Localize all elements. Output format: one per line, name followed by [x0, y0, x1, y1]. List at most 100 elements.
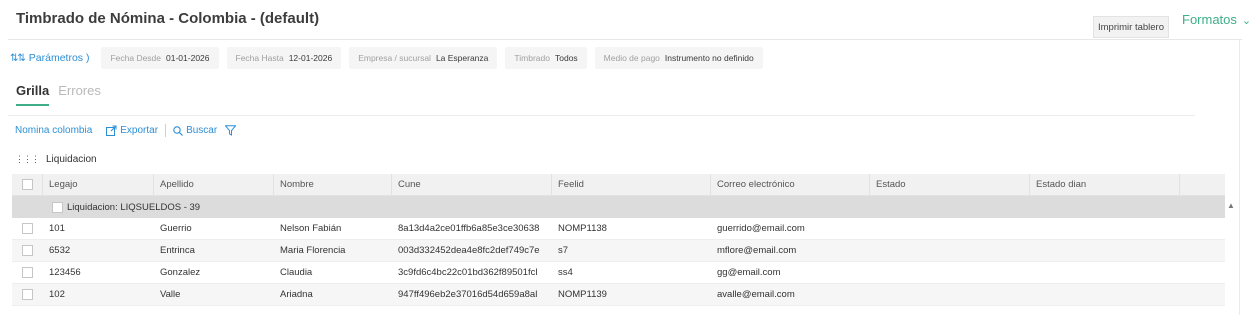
cell-estado-dian: [1030, 218, 1180, 239]
grouping-label: Liquidacion: [46, 154, 97, 165]
cell-correo: gg@email.com: [717, 267, 781, 278]
tab-bar: Grilla Errores: [16, 83, 101, 106]
filter-label: Fecha Hasta: [235, 53, 284, 63]
export-label: Exportar: [120, 125, 159, 136]
column-header-cune[interactable]: Cune: [392, 174, 552, 195]
scrollbar-track[interactable]: [1239, 40, 1240, 315]
row-select-cell: [12, 284, 43, 305]
select-all-checkbox[interactable]: [21, 179, 33, 190]
grid-toolbar: Nomina colombia Exportar Buscar: [15, 124, 237, 137]
grouping-icon: ⋮⋮⋮: [15, 154, 40, 164]
search-button[interactable]: Buscar: [173, 125, 217, 136]
cell-apellido: Valle: [160, 289, 181, 300]
tab-divider: [8, 115, 1195, 116]
parameters-link[interactable]: ⇅⇅ Parámetros ): [10, 52, 89, 64]
nomina-colombia-button[interactable]: Nomina colombia: [15, 125, 92, 136]
parameters-label: Parámetros ): [28, 52, 90, 64]
row-select-cell: [12, 262, 43, 283]
filter-value: La Esperanza: [435, 53, 489, 63]
sliders-icon: ⇅⇅: [10, 52, 26, 64]
cell-correo: guerrido@email.com: [717, 223, 805, 234]
row-checkbox[interactable]: [22, 267, 33, 278]
cell-cune: 947ff496eb2e37016d54d659a8al: [398, 289, 538, 300]
scroll-up-arrow-icon[interactable]: ▲: [1227, 201, 1235, 210]
export-button[interactable]: Exportar: [106, 125, 158, 136]
table-row[interactable]: 102 Valle Ariadna 947ff496eb2e37016d54d6…: [12, 284, 1225, 306]
row-checkbox[interactable]: [22, 245, 33, 256]
cell-legajo: 101: [49, 223, 65, 234]
filter-button[interactable]: [225, 125, 237, 136]
cell-cune: 8a13d4a2ce01ffb6a85e3ce30638: [398, 223, 540, 234]
group-checkbox[interactable]: [52, 201, 63, 213]
cell-apellido: Entrinca: [160, 245, 195, 256]
filter-pill[interactable]: Empresa / sucursal La Esperanza: [349, 47, 498, 69]
cell-estado-dian: [1030, 240, 1180, 261]
cell-legajo: 6532: [49, 245, 71, 256]
filter-label: Empresa / sucursal: [358, 53, 431, 63]
cell-estado: [870, 218, 1030, 239]
grouping-header: ⋮⋮⋮ Liquidacion: [15, 154, 97, 165]
cell-estado: [870, 284, 1030, 305]
cell-correo: avalle@email.com: [717, 289, 795, 300]
column-header-apellido[interactable]: Apellido: [154, 174, 274, 195]
cell-feelid: s7: [558, 245, 569, 256]
cell-nombre: Nelson Fabián: [280, 223, 342, 234]
filter-value: 12-01-2026: [288, 53, 333, 63]
cell-correo: mflore@email.com: [717, 245, 797, 256]
cell-nombre: Claudia: [280, 267, 313, 278]
row-checkbox[interactable]: [22, 289, 33, 300]
export-icon: [106, 125, 117, 136]
row-select-cell: [12, 240, 43, 261]
formatos-dropdown[interactable]: Formatos ⌄: [1182, 12, 1250, 27]
page-title: Timbrado de Nómina - Colombia - (default…: [16, 10, 320, 27]
toolbar-separator: [165, 124, 167, 137]
table-row[interactable]: 6532 Entrinca Maria Florencia 003d332452…: [12, 240, 1225, 262]
search-icon: [173, 125, 183, 136]
filter-pill[interactable]: Fecha Hasta 12-01-2026: [226, 47, 342, 69]
row-checkbox[interactable]: [22, 223, 33, 234]
column-header-estado[interactable]: Estado: [870, 174, 1030, 195]
group-row[interactable]: Liquidacion: LIQSUELDOS - 39: [12, 196, 1225, 218]
filter-pill[interactable]: Fecha Desde 01-01-2026: [101, 47, 219, 69]
cell-nombre: Ariadna: [280, 289, 313, 300]
filter-value: 01-01-2026: [166, 53, 210, 63]
table-row[interactable]: 101 Guerrio Nelson Fabián 8a13d4a2ce01ff…: [12, 218, 1225, 240]
cell-cune: 3c9fd6c4bc22c01bd362f89501fcl: [398, 267, 538, 278]
filter-pill[interactable]: Timbrado Todos: [505, 47, 587, 69]
filter-pill[interactable]: Medio de pago Instrumento no definido: [594, 47, 763, 69]
cell-apellido: Gonzalez: [160, 267, 201, 278]
select-all-cell: [12, 174, 43, 195]
cell-estado: [870, 262, 1030, 283]
data-grid: Legajo Apellido Nombre Cune Feelid Corre…: [12, 174, 1225, 306]
chevron-down-icon: ⌄: [1241, 15, 1250, 27]
tab-grilla[interactable]: Grilla: [16, 83, 50, 106]
group-row-label: Liquidacion: LIQSUELDOS - 39: [67, 201, 201, 213]
cell-apellido: Guerrio: [160, 223, 192, 234]
filter-value: Instrumento no definido: [664, 53, 754, 63]
column-header-legajo[interactable]: Legajo: [43, 174, 154, 195]
cell-feelid: NOMP1139: [558, 289, 607, 300]
parameters-bar: ⇅⇅ Parámetros ) Fecha Desde 01-01-2026 F…: [10, 45, 763, 71]
table-header: Legajo Apellido Nombre Cune Feelid Corre…: [12, 174, 1225, 196]
column-header-estado-dian[interactable]: Estado dian: [1030, 174, 1180, 195]
cell-cune: 003d332452dea4e8fc2def749c7e: [398, 245, 540, 256]
search-label: Buscar: [186, 125, 218, 136]
cell-estado-dian: [1030, 284, 1180, 305]
filter-value: Todos: [554, 53, 578, 63]
cell-legajo: 102: [49, 289, 65, 300]
filter-icon: [225, 125, 237, 136]
formatos-label: Formatos: [1182, 12, 1237, 27]
cell-legajo: 123456: [49, 267, 81, 278]
filter-label: Fecha Desde: [110, 53, 162, 63]
print-dashboard-button[interactable]: Imprimir tablero: [1093, 16, 1169, 38]
column-header-nombre[interactable]: Nombre: [274, 174, 392, 195]
table-row[interactable]: 123456 Gonzalez Claudia 3c9fd6c4bc22c01b…: [12, 262, 1225, 284]
filter-label: Medio de pago: [603, 53, 660, 63]
tab-errores[interactable]: Errores: [58, 83, 101, 98]
cell-feelid: ss4: [558, 267, 573, 278]
cell-feelid: NOMP1138: [558, 223, 607, 234]
column-header-feelid[interactable]: Feelid: [552, 174, 711, 195]
column-header-correo[interactable]: Correo electrónico: [711, 174, 870, 195]
header-divider: [8, 39, 1242, 40]
row-select-cell: [12, 218, 43, 239]
